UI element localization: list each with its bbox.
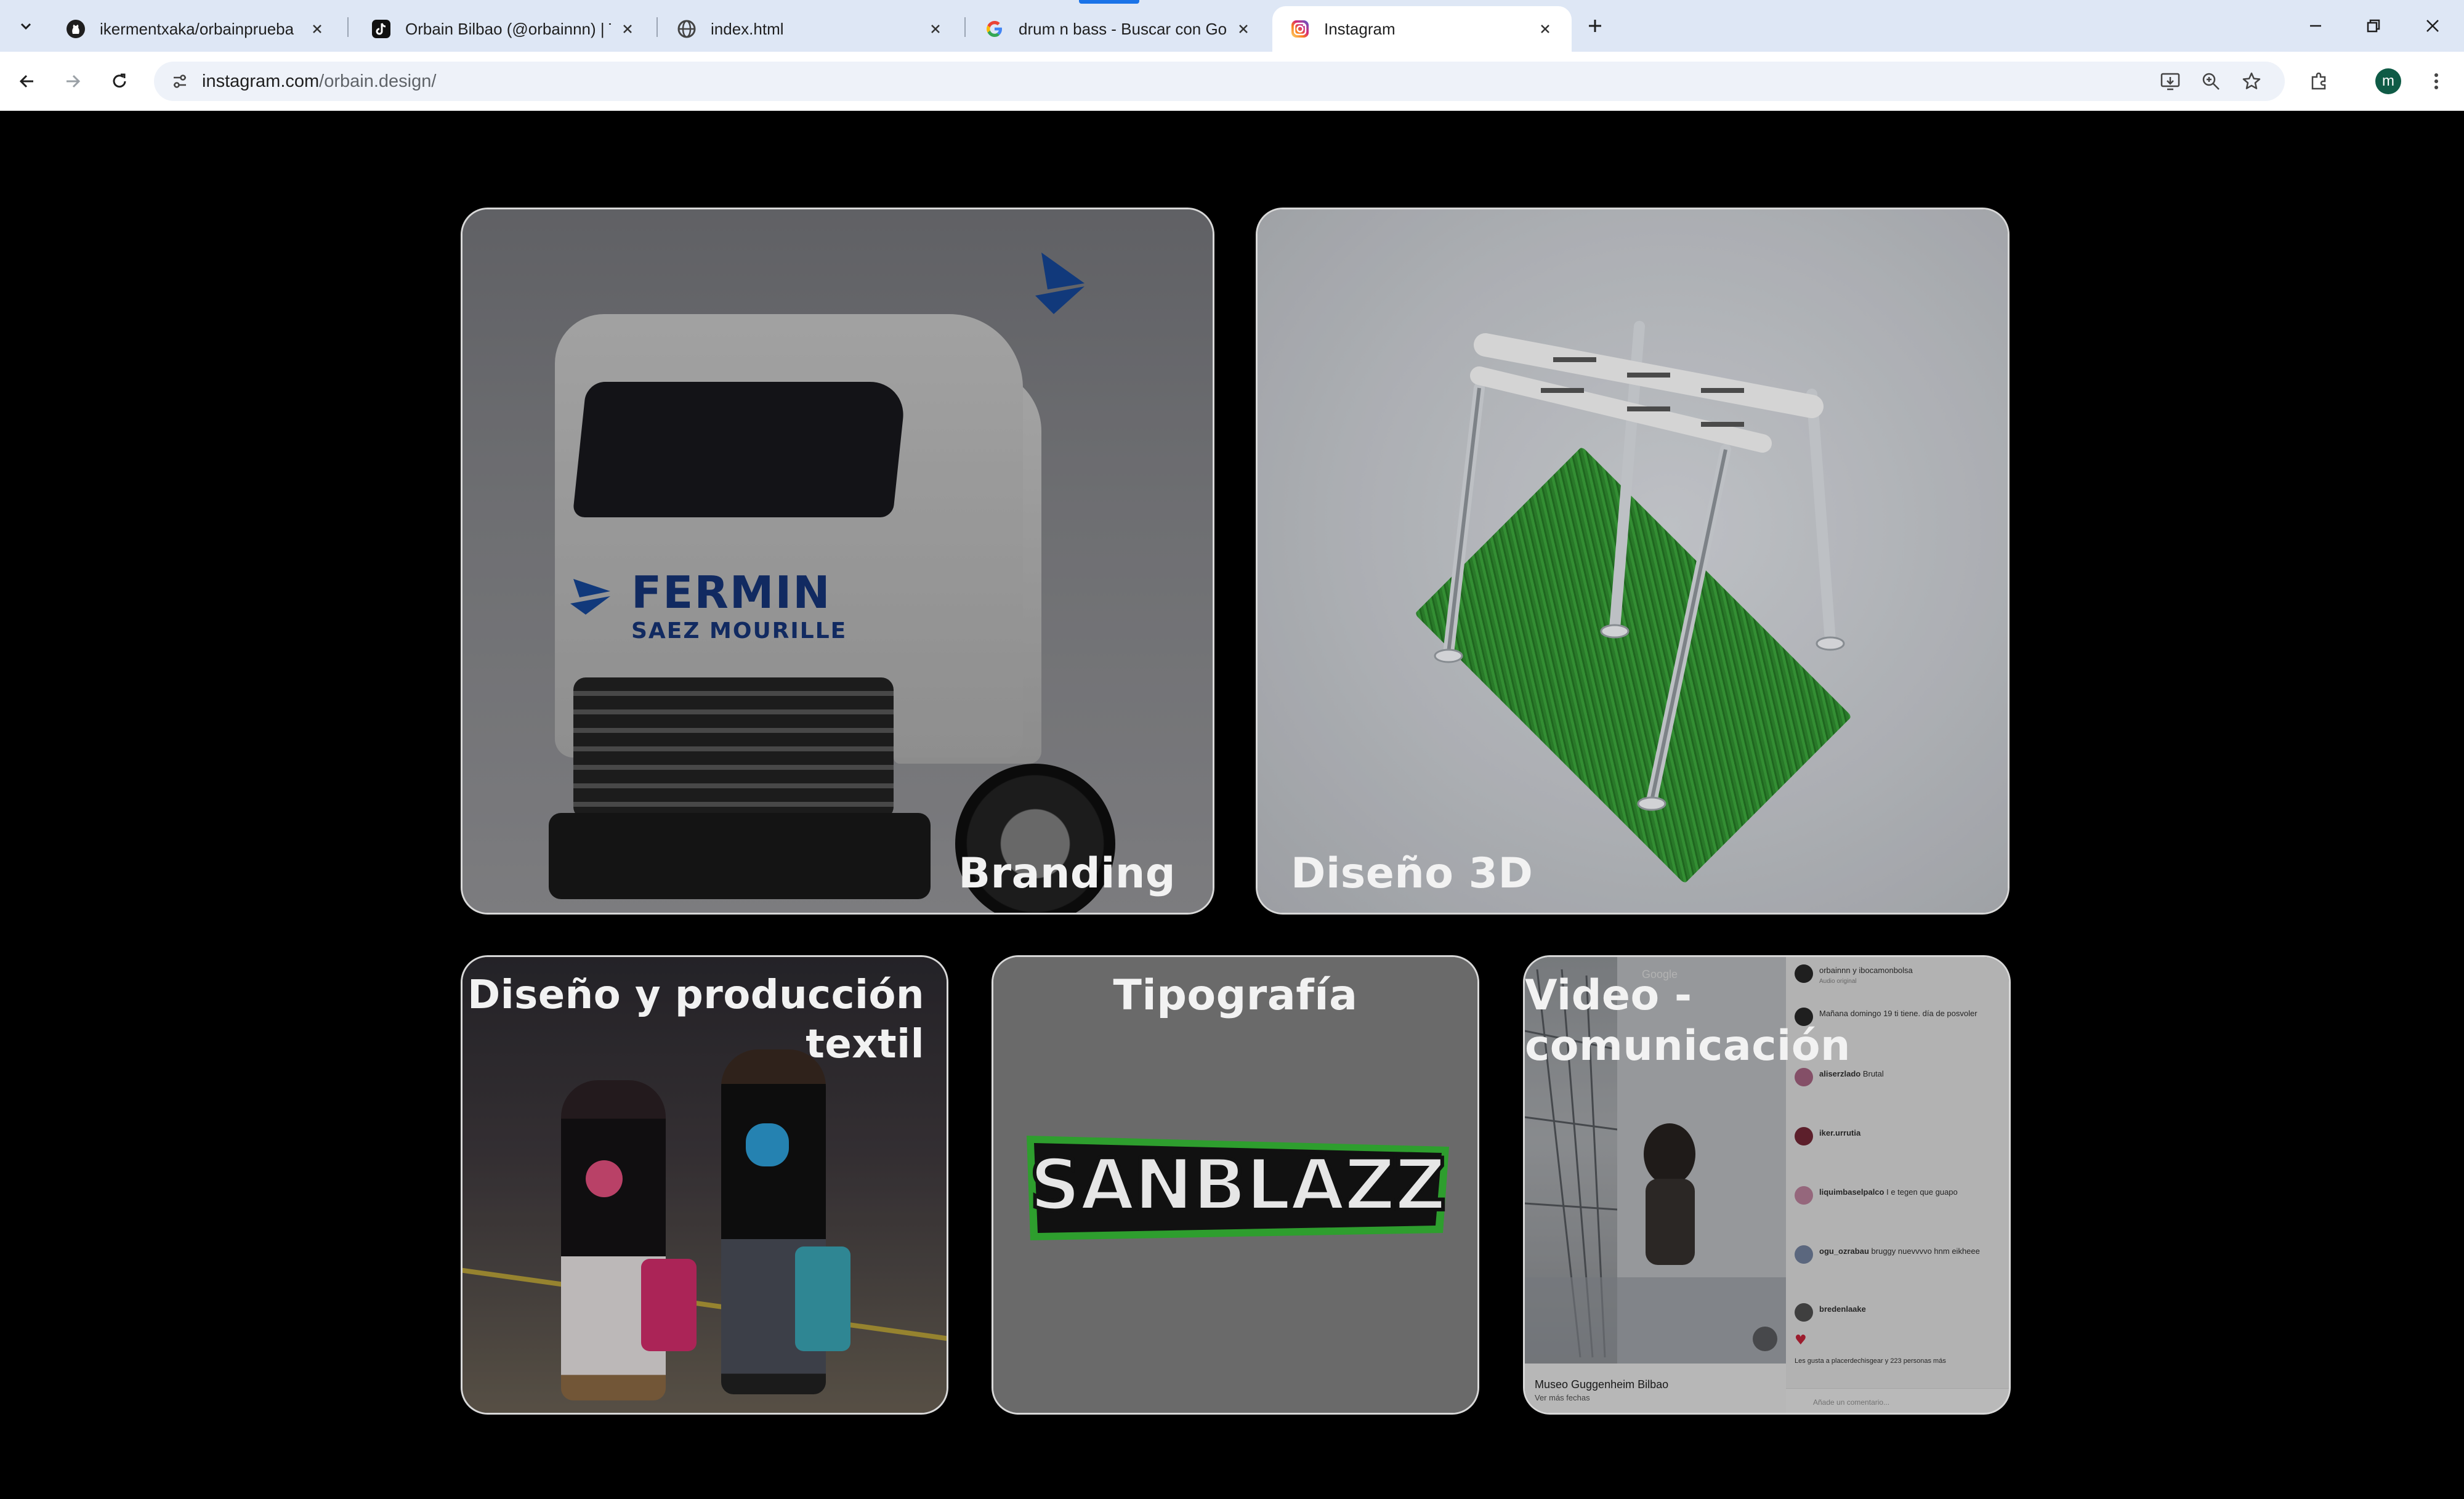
tab-separator <box>347 17 349 37</box>
url-path: /orbain.design/ <box>319 71 437 91</box>
card-diseno-3d[interactable]: Diseño 3D <box>1256 208 2010 915</box>
card-branding[interactable]: FERMIN SAEZ MOURILLE Branding <box>461 208 1214 915</box>
url-text[interactable]: instagram.com/orbain.design/ <box>202 62 436 101</box>
tab-title: ikermentxaka/orbainprueba <box>100 19 294 38</box>
site-settings-icon[interactable] <box>169 70 191 92</box>
reload-icon <box>113 73 126 88</box>
close-window-button[interactable] <box>2418 11 2447 41</box>
card-tipografia[interactable]: SANBLAZZ Tipografía <box>992 955 1479 1415</box>
tab-github[interactable]: ikermentxaka/orbainprueba <box>48 6 344 52</box>
zoom-icon[interactable] <box>2199 69 2223 94</box>
more-vertical-icon <box>2434 73 2438 89</box>
address-bar[interactable]: instagram.com/orbain.design/ <box>154 62 2285 101</box>
card-diseno-textil[interactable]: Diseño y producción textil <box>461 955 948 1415</box>
chevron-down-icon <box>20 23 31 30</box>
tab-search-button[interactable] <box>11 12 41 39</box>
url-domain: instagram.com <box>202 71 320 91</box>
forward-button[interactable] <box>57 65 89 97</box>
card-label-tipografia: Tipografía <box>1113 971 1358 1020</box>
card-label-line: textil <box>806 1022 924 1067</box>
tab-instagram[interactable]: Instagram <box>1272 6 1572 52</box>
new-tab-button[interactable] <box>1580 12 1610 39</box>
tab-tiktok[interactable]: Orbain Bilbao (@orbainnn) | Tik <box>353 6 654 52</box>
close-icon[interactable] <box>926 20 945 38</box>
google-icon <box>984 18 1005 39</box>
globe-icon <box>676 18 697 39</box>
back-button[interactable] <box>11 65 43 97</box>
tab-separator <box>656 17 658 37</box>
install-app-icon[interactable] <box>2158 69 2183 94</box>
reload-button[interactable] <box>103 65 135 97</box>
card-label-line: Diseño y producción <box>467 972 924 1018</box>
restore-icon <box>2367 19 2380 33</box>
graffiti-text: SANBLAZZ <box>1030 1144 1445 1227</box>
profile-button[interactable]: m <box>2372 65 2404 97</box>
avatar: m <box>2375 68 2401 94</box>
menu-button[interactable] <box>2420 65 2452 97</box>
page-viewport: FERMIN SAEZ MOURILLE Branding Diseño 3D … <box>2 111 2463 1499</box>
browser-toolbar: instagram.com/orbain.design/ m <box>0 52 2464 111</box>
instagram-icon <box>1290 18 1311 39</box>
minimize-icon <box>2310 25 2321 27</box>
close-icon[interactable] <box>1536 20 1554 38</box>
graffiti-lettering: SANBLAZZ <box>1027 1136 1449 1240</box>
tab-title: Orbain Bilbao (@orbainnn) | Tik <box>405 19 611 38</box>
tab-title: index.html <box>711 19 784 38</box>
arrow-right-icon <box>67 75 81 88</box>
card-label-branding: Branding <box>958 849 1176 898</box>
tab-title: Instagram <box>1324 19 1396 38</box>
card-label-diseno-textil: Diseño y producción textil <box>467 971 924 1069</box>
extensions-button[interactable] <box>2303 65 2335 97</box>
card-label-video: Video - comunicación <box>1525 971 1851 1070</box>
close-icon[interactable] <box>308 20 326 38</box>
tab-index-html[interactable]: index.html <box>659 6 962 52</box>
plus-icon <box>1589 20 1601 32</box>
bookmark-star-icon[interactable] <box>2239 69 2264 94</box>
puzzle-icon <box>2311 72 2326 90</box>
github-icon <box>65 18 86 39</box>
minimize-button[interactable] <box>2301 11 2330 41</box>
loading-indicator <box>1079 0 1139 4</box>
tiktok-icon <box>371 18 392 39</box>
close-icon[interactable] <box>618 20 637 38</box>
arrow-left-icon <box>19 75 33 88</box>
close-icon <box>2426 20 2439 32</box>
card-label-diseno-3d: Diseño 3D <box>1291 849 1533 898</box>
tab-google-search[interactable]: drum n bass - Buscar con Goog <box>967 6 1270 52</box>
tab-separator <box>964 17 966 37</box>
tab-strip: ikermentxaka/orbainprueba Orbain Bilbao … <box>0 0 2464 52</box>
tab-title: drum n bass - Buscar con Goog <box>1019 19 1227 38</box>
card-video-comunicacion[interactable]: Google Museo Guggenheim Bilbao Ver más f… <box>1523 955 2011 1415</box>
close-icon[interactable] <box>1234 20 1253 38</box>
restore-button[interactable] <box>2359 11 2388 41</box>
